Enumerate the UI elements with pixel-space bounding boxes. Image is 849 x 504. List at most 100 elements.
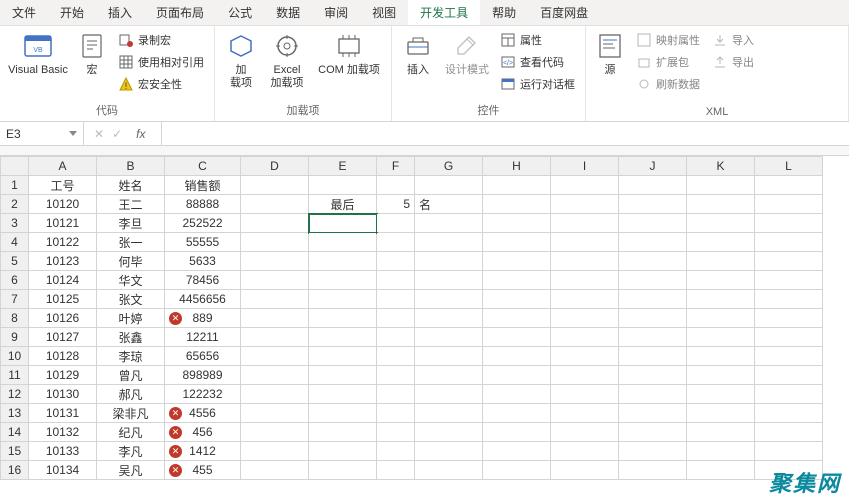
cell-H14[interactable] bbox=[483, 423, 551, 442]
com-addins-button[interactable]: COM 加载项 bbox=[313, 28, 385, 79]
cell-L11[interactable] bbox=[755, 366, 823, 385]
cell-K9[interactable] bbox=[687, 328, 755, 347]
cell-D15[interactable] bbox=[241, 442, 309, 461]
xml-source-button[interactable]: 源 bbox=[592, 28, 628, 79]
cell-I8[interactable] bbox=[551, 309, 619, 328]
cell-J14[interactable] bbox=[619, 423, 687, 442]
cell-J12[interactable] bbox=[619, 385, 687, 404]
cell-J15[interactable] bbox=[619, 442, 687, 461]
cell-C2[interactable]: 88888 bbox=[165, 195, 241, 214]
cell-I11[interactable] bbox=[551, 366, 619, 385]
cell-J16[interactable] bbox=[619, 461, 687, 480]
cell-G16[interactable] bbox=[415, 461, 483, 480]
cell-E3[interactable] bbox=[309, 214, 377, 233]
cell-D10[interactable] bbox=[241, 347, 309, 366]
cell-D13[interactable] bbox=[241, 404, 309, 423]
cell-K7[interactable] bbox=[687, 290, 755, 309]
tab-file[interactable]: 文件 bbox=[0, 0, 48, 25]
cell-K12[interactable] bbox=[687, 385, 755, 404]
cell-H2[interactable] bbox=[483, 195, 551, 214]
row-header-4[interactable]: 4 bbox=[1, 233, 29, 252]
cell-K16[interactable] bbox=[687, 461, 755, 480]
cell-B3[interactable]: 李旦 bbox=[97, 214, 165, 233]
accept-formula-icon[interactable]: ✓ bbox=[112, 127, 122, 141]
cell-J5[interactable] bbox=[619, 252, 687, 271]
cell-C16[interactable]: ✕455 bbox=[165, 461, 241, 480]
cell-I3[interactable] bbox=[551, 214, 619, 233]
cell-B11[interactable]: 曾凡 bbox=[97, 366, 165, 385]
cell-E8[interactable] bbox=[309, 309, 377, 328]
cell-E4[interactable] bbox=[309, 233, 377, 252]
cell-G15[interactable] bbox=[415, 442, 483, 461]
cell-D5[interactable] bbox=[241, 252, 309, 271]
name-box[interactable]: E3 bbox=[0, 122, 84, 145]
worksheet-grid[interactable]: ABCDEFGHIJKL1工号姓名销售额210120王二88888最后5名310… bbox=[0, 156, 849, 504]
cell-L12[interactable] bbox=[755, 385, 823, 404]
cell-L14[interactable] bbox=[755, 423, 823, 442]
cell-B8[interactable]: 叶婷 bbox=[97, 309, 165, 328]
cell-D9[interactable] bbox=[241, 328, 309, 347]
cell-J6[interactable] bbox=[619, 271, 687, 290]
cell-C15[interactable]: ✕1412 bbox=[165, 442, 241, 461]
cell-F15[interactable] bbox=[377, 442, 415, 461]
insert-control-button[interactable]: 插入 bbox=[398, 28, 438, 79]
cell-A6[interactable]: 10124 bbox=[29, 271, 97, 290]
cell-J13[interactable] bbox=[619, 404, 687, 423]
cell-I2[interactable] bbox=[551, 195, 619, 214]
macro-security-button[interactable]: ! 宏安全性 bbox=[114, 74, 208, 94]
column-header-G[interactable]: G bbox=[415, 157, 483, 176]
cell-B16[interactable]: 吴凡 bbox=[97, 461, 165, 480]
cell-A8[interactable]: 10126 bbox=[29, 309, 97, 328]
cell-E11[interactable] bbox=[309, 366, 377, 385]
row-header-8[interactable]: 8 bbox=[1, 309, 29, 328]
cell-B9[interactable]: 张鑫 bbox=[97, 328, 165, 347]
row-header-14[interactable]: 14 bbox=[1, 423, 29, 442]
cell-F7[interactable] bbox=[377, 290, 415, 309]
cell-K14[interactable] bbox=[687, 423, 755, 442]
column-header-B[interactable]: B bbox=[97, 157, 165, 176]
cell-F6[interactable] bbox=[377, 271, 415, 290]
import-button[interactable]: 导入 bbox=[708, 30, 758, 50]
cell-B4[interactable]: 张一 bbox=[97, 233, 165, 252]
column-header-J[interactable]: J bbox=[619, 157, 687, 176]
run-dialog-button[interactable]: 运行对话框 bbox=[496, 74, 579, 94]
cell-H16[interactable] bbox=[483, 461, 551, 480]
cell-D14[interactable] bbox=[241, 423, 309, 442]
cell-D2[interactable] bbox=[241, 195, 309, 214]
cell-K13[interactable] bbox=[687, 404, 755, 423]
row-header-3[interactable]: 3 bbox=[1, 214, 29, 233]
column-header-F[interactable]: F bbox=[377, 157, 415, 176]
cell-E9[interactable] bbox=[309, 328, 377, 347]
cell-H12[interactable] bbox=[483, 385, 551, 404]
cell-L2[interactable] bbox=[755, 195, 823, 214]
tab-data[interactable]: 数据 bbox=[264, 0, 312, 25]
tab-formulas[interactable]: 公式 bbox=[216, 0, 264, 25]
cell-L16[interactable] bbox=[755, 461, 823, 480]
view-code-button[interactable]: </> 查看代码 bbox=[496, 52, 579, 72]
cell-B7[interactable]: 张文 bbox=[97, 290, 165, 309]
row-header-15[interactable]: 15 bbox=[1, 442, 29, 461]
cell-I16[interactable] bbox=[551, 461, 619, 480]
cell-A7[interactable]: 10125 bbox=[29, 290, 97, 309]
cell-C11[interactable]: 898989 bbox=[165, 366, 241, 385]
cell-C1[interactable]: 销售额 bbox=[165, 176, 241, 195]
cell-I1[interactable] bbox=[551, 176, 619, 195]
cell-G5[interactable] bbox=[415, 252, 483, 271]
row-header-12[interactable]: 12 bbox=[1, 385, 29, 404]
row-header-9[interactable]: 9 bbox=[1, 328, 29, 347]
cell-C9[interactable]: 12211 bbox=[165, 328, 241, 347]
cell-E1[interactable] bbox=[309, 176, 377, 195]
tab-review[interactable]: 审阅 bbox=[312, 0, 360, 25]
cell-L6[interactable] bbox=[755, 271, 823, 290]
cell-L5[interactable] bbox=[755, 252, 823, 271]
cell-G12[interactable] bbox=[415, 385, 483, 404]
cell-J4[interactable] bbox=[619, 233, 687, 252]
cell-J7[interactable] bbox=[619, 290, 687, 309]
cell-B14[interactable]: 纪凡 bbox=[97, 423, 165, 442]
cell-L1[interactable] bbox=[755, 176, 823, 195]
cell-K10[interactable] bbox=[687, 347, 755, 366]
cell-A2[interactable]: 10120 bbox=[29, 195, 97, 214]
cell-A12[interactable]: 10130 bbox=[29, 385, 97, 404]
cell-E7[interactable] bbox=[309, 290, 377, 309]
row-header-16[interactable]: 16 bbox=[1, 461, 29, 480]
